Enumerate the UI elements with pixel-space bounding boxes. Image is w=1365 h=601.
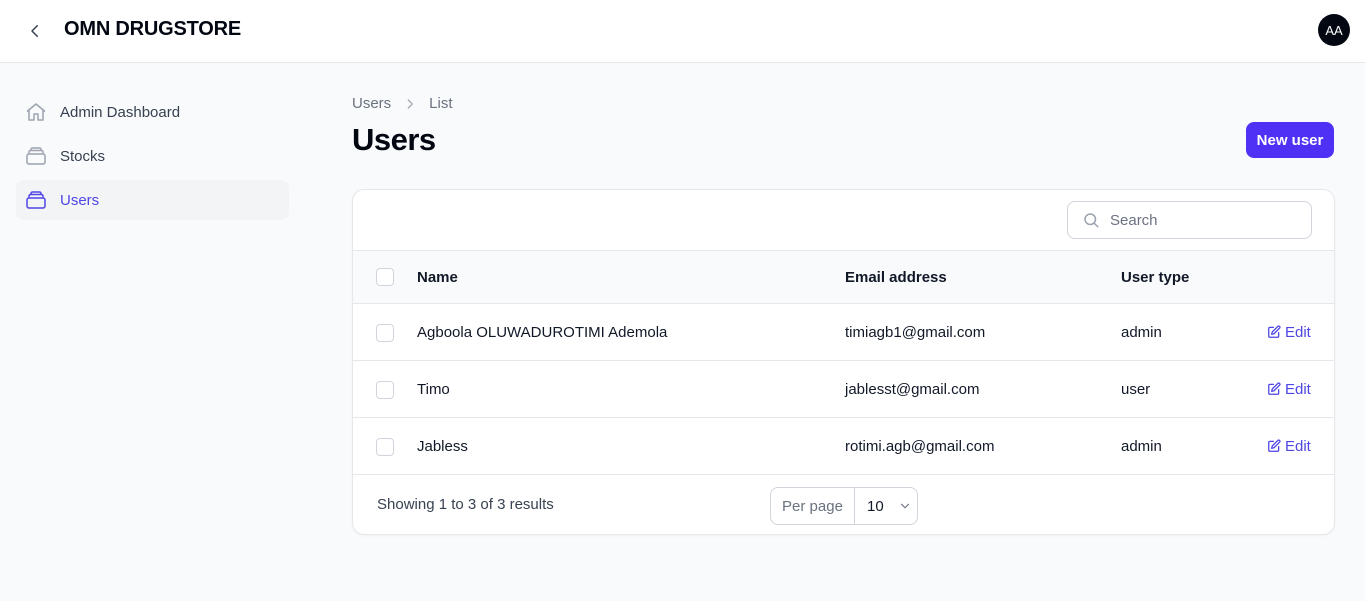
- chevron-right-icon: [403, 97, 417, 111]
- sidebar: Admin Dashboard Stocks Users: [16, 92, 289, 224]
- table-header: Name Email address User type: [353, 250, 1334, 304]
- cell-name: Jabless: [417, 437, 468, 455]
- brand-title[interactable]: OMN DRUGSTORE: [64, 18, 241, 41]
- cell-user-type: user: [1121, 380, 1151, 398]
- column-header-user-type[interactable]: User type: [1121, 251, 1189, 303]
- cell-email: timiagb1@gmail.com: [845, 323, 986, 341]
- breadcrumb: Users List: [352, 95, 453, 112]
- cell-name: Timo: [417, 380, 450, 398]
- column-header-name[interactable]: Name: [417, 251, 458, 303]
- select-all-checkbox[interactable]: [376, 268, 394, 286]
- pagination-summary: Showing 1 to 3 of 3 results: [377, 496, 554, 513]
- sidebar-item-admin-dashboard[interactable]: Admin Dashboard: [16, 92, 289, 132]
- per-page-label: Per page: [771, 488, 855, 524]
- table-row: Jabless rotimi.agb@gmail.com admin Edit: [353, 418, 1334, 475]
- row-checkbox[interactable]: [376, 324, 394, 342]
- row-checkbox[interactable]: [376, 381, 394, 399]
- edit-link[interactable]: Edit: [1267, 361, 1311, 417]
- breadcrumb-current: List: [429, 95, 453, 112]
- sidebar-item-label: Stocks: [60, 147, 106, 165]
- edit-link[interactable]: Edit: [1267, 304, 1311, 360]
- chevron-down-icon: [898, 499, 912, 513]
- per-page-select[interactable]: Per page 10: [770, 487, 918, 525]
- page-title: Users: [352, 122, 436, 157]
- edit-icon: [1268, 439, 1281, 452]
- chevron-left-icon: [31, 25, 38, 37]
- stack-icon: [24, 144, 48, 168]
- top-bar: OMN DRUGSTORE AA: [0, 0, 1365, 63]
- search-box[interactable]: [1067, 201, 1312, 239]
- users-table-card: Name Email address User type Agboola OLU…: [352, 189, 1335, 535]
- cell-user-type: admin: [1121, 437, 1162, 455]
- table-row: Timo jablesst@gmail.com user Edit: [353, 361, 1334, 418]
- edit-icon: [1268, 382, 1281, 395]
- home-icon: [24, 100, 48, 124]
- cell-email: rotimi.agb@gmail.com: [845, 437, 995, 455]
- search-input[interactable]: [1110, 211, 1300, 229]
- back-button[interactable]: [20, 16, 50, 46]
- edit-label: Edit: [1285, 380, 1311, 398]
- edit-icon: [1268, 325, 1281, 338]
- sidebar-item-stocks[interactable]: Stocks: [16, 136, 289, 176]
- edit-label: Edit: [1285, 437, 1311, 455]
- column-header-email[interactable]: Email address: [845, 251, 947, 303]
- per-page-dropdown[interactable]: 10: [855, 498, 912, 515]
- sidebar-item-label: Admin Dashboard: [60, 103, 181, 121]
- per-page-value: 10: [867, 497, 884, 515]
- new-user-button[interactable]: New user: [1246, 122, 1334, 158]
- table-row: Agboola OLUWADUROTIMI Ademola timiagb1@g…: [353, 304, 1334, 361]
- edit-label: Edit: [1285, 323, 1311, 341]
- cell-user-type: admin: [1121, 323, 1162, 341]
- cell-email: jablesst@gmail.com: [845, 380, 980, 398]
- sidebar-item-label: Users: [60, 191, 100, 209]
- avatar[interactable]: AA: [1318, 14, 1350, 46]
- row-checkbox[interactable]: [376, 438, 394, 456]
- sidebar-item-users[interactable]: Users: [16, 180, 289, 220]
- edit-link[interactable]: Edit: [1267, 418, 1311, 474]
- cell-name: Agboola OLUWADUROTIMI Ademola: [417, 323, 668, 341]
- stack-icon: [24, 188, 48, 212]
- search-icon: [1084, 213, 1099, 228]
- breadcrumb-link-users[interactable]: Users: [352, 95, 391, 112]
